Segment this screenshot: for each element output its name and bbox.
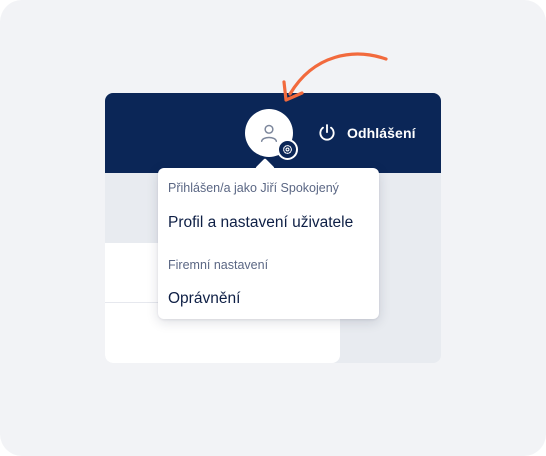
permissions-link[interactable]: Oprávnění: [168, 290, 240, 308]
signed-in-as-label: Přihlášen/a jako Jiří Spokojený: [168, 181, 339, 195]
user-icon: [260, 124, 278, 142]
logout-label: Odhlášení: [347, 125, 416, 141]
curved-arrow-annotation: [282, 52, 388, 102]
company-settings-heading: Firemní nastavení: [168, 258, 269, 272]
gear-icon: [283, 145, 292, 154]
power-icon: [319, 124, 335, 141]
user-dropdown-menu: Přihlášen/a jako Jiří Spokojený Profil a…: [158, 158, 379, 319]
logout-button[interactable]: Odhlášení: [317, 122, 416, 144]
profile-settings-link[interactable]: Profil a nastavení uživatele: [168, 214, 353, 232]
settings-badge: [277, 139, 298, 160]
